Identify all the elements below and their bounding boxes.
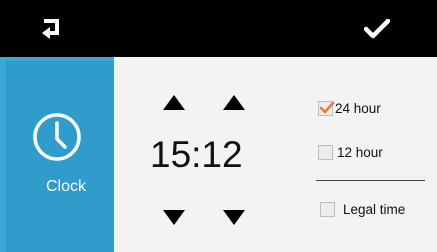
hour-up-button[interactable] bbox=[163, 95, 185, 110]
format-12h-option[interactable]: 12 hour bbox=[318, 145, 383, 160]
minute-down-button[interactable] bbox=[223, 210, 245, 225]
format-24h-option[interactable]: 24 hour bbox=[318, 101, 381, 116]
format-12h-checkbox[interactable] bbox=[318, 145, 333, 160]
legal-time-label: Legal time bbox=[343, 202, 406, 217]
time-display: 15:12 bbox=[150, 134, 243, 175]
sidebar-item-label: Clock bbox=[45, 178, 86, 195]
options-divider bbox=[316, 180, 425, 181]
minute-up-button[interactable] bbox=[223, 95, 245, 110]
legal-time-checkbox[interactable] bbox=[320, 202, 335, 217]
checkmark-icon bbox=[364, 18, 390, 38]
return-arrow-icon bbox=[42, 18, 59, 39]
sidebar-item-clock[interactable]: Clock bbox=[6, 61, 114, 252]
check-icon bbox=[319, 101, 335, 114]
format-24h-label: 24 hour bbox=[335, 101, 381, 116]
hour-down-button[interactable] bbox=[163, 210, 185, 225]
sidebar: Clock bbox=[0, 57, 114, 252]
format-12h-label: 12 hour bbox=[337, 145, 383, 160]
clock-icon bbox=[33, 113, 81, 161]
top-toolbar bbox=[0, 0, 437, 57]
back-button[interactable] bbox=[12, 0, 92, 57]
format-24h-checkbox[interactable] bbox=[318, 101, 335, 116]
legal-time-option[interactable]: Legal time bbox=[320, 202, 405, 217]
confirm-button[interactable] bbox=[337, 0, 417, 57]
